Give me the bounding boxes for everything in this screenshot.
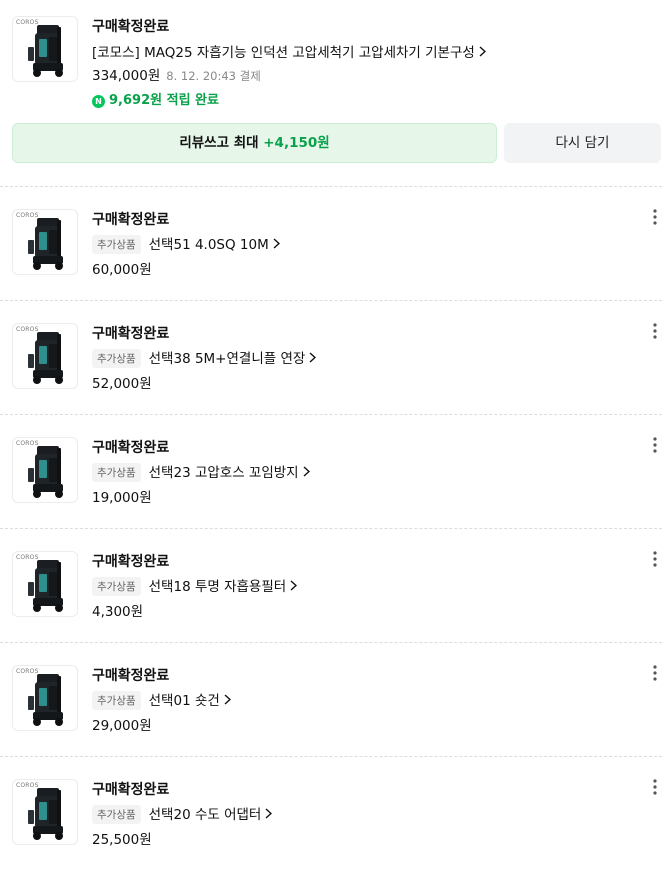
price-row: 334,000원 8. 12. 20:43 결제 — [92, 64, 261, 84]
divider — [0, 642, 662, 643]
product-price: 52,000원 — [92, 376, 152, 392]
more-options-icon[interactable] — [651, 779, 659, 797]
product-title: 선택38 5M+연결니플 연장 — [148, 351, 306, 367]
pressure-washer-image — [28, 332, 63, 384]
write-review-button[interactable]: 리뷰쓰고 최대 +4,150원 — [12, 123, 497, 163]
chevron-right-icon — [224, 693, 231, 709]
chevron-right-icon — [303, 465, 310, 481]
more-options-icon[interactable] — [651, 551, 659, 569]
product-price: 4,300원 — [92, 604, 144, 620]
pressure-washer-image — [28, 560, 63, 612]
add-on-tag: 추가상품 — [92, 235, 141, 254]
product-price: 25,500원 — [92, 832, 152, 848]
divider — [0, 414, 662, 415]
pressure-washer-image — [28, 446, 63, 498]
chevron-right-icon — [309, 351, 317, 367]
product-thumbnail[interactable]: COROS — [12, 779, 78, 845]
product-title-link[interactable]: 추가상품 선택51 4.0SQ 10M — [92, 233, 280, 254]
chevron-right-icon — [273, 237, 280, 253]
product-price: 60,000원 — [92, 262, 152, 278]
more-options-icon[interactable] — [651, 209, 659, 227]
add-on-tag: 추가상품 — [92, 577, 141, 596]
product-thumbnail[interactable]: COROS — [12, 16, 78, 82]
npay-point-icon: N — [92, 95, 105, 108]
add-on-tag: 추가상품 — [92, 691, 141, 710]
review-button-label: 리뷰쓰고 최대 — [179, 135, 264, 151]
product-thumbnail[interactable]: COROS — [12, 551, 78, 617]
add-on-tag: 추가상품 — [92, 463, 141, 482]
review-button-reward: +4,150원 — [263, 135, 330, 151]
product-thumbnail[interactable]: COROS — [12, 437, 78, 503]
more-options-icon[interactable] — [651, 665, 659, 683]
payment-date: 8. 12. 20:43 결제 — [166, 69, 261, 83]
divider — [0, 300, 662, 301]
product-thumbnail[interactable]: COROS — [12, 665, 78, 731]
product-title: 선택01 숏건 — [148, 693, 220, 709]
product-title: [코모스] MAQ25 자흡기능 인덕션 고압세척기 고압세차기 기본구성 — [92, 45, 475, 61]
add-to-cart-again-button[interactable]: 다시 담기 — [504, 123, 661, 163]
order-status: 구매확정완료 — [92, 440, 170, 456]
pressure-washer-image — [28, 674, 63, 726]
product-title: 선택18 투명 자흡용필터 — [148, 579, 287, 595]
product-thumbnail[interactable]: COROS — [12, 209, 78, 275]
order-status: 구매확정완료 — [92, 554, 170, 570]
product-title-link[interactable]: 추가상품 선택01 숏건 — [92, 689, 231, 710]
add-on-tag: 추가상품 — [92, 805, 141, 824]
more-options-icon[interactable] — [651, 323, 659, 341]
product-title-link[interactable]: 추가상품 선택38 5M+연결니플 연장 — [92, 347, 317, 368]
pressure-washer-image — [28, 218, 63, 270]
divider — [0, 756, 662, 757]
product-price: 29,000원 — [92, 718, 152, 734]
product-price: 334,000원 — [92, 68, 161, 84]
chevron-right-icon — [479, 45, 486, 61]
points-text: 9,692원 적립 완료 — [109, 93, 219, 108]
order-status: 구매확정완료 — [92, 19, 170, 35]
order-card-main: COROS 구매확정완료 [코모스] MAQ25 자흡기능 인덕션 고압세척기 … — [0, 0, 662, 180]
divider — [0, 528, 662, 529]
product-title: 선택23 고압호스 꼬임방지 — [148, 465, 299, 481]
product-title-link[interactable]: 추가상품 선택23 고압호스 꼬임방지 — [92, 461, 310, 482]
divider — [0, 186, 662, 187]
product-title: 선택20 수도 어댑터 — [148, 807, 262, 823]
product-title-link[interactable]: [코모스] MAQ25 자흡기능 인덕션 고압세척기 고압세차기 기본구성 — [92, 41, 486, 61]
order-status: 구매확정완료 — [92, 212, 170, 228]
product-title: 선택51 4.0SQ 10M — [148, 237, 269, 253]
product-price: 19,000원 — [92, 490, 152, 506]
chevron-right-icon — [265, 807, 273, 823]
order-status: 구매확정완료 — [92, 326, 170, 342]
product-title-link[interactable]: 추가상품 선택18 투명 자흡용필터 — [92, 575, 298, 596]
product-title-link[interactable]: 추가상품 선택20 수도 어댑터 — [92, 803, 273, 824]
chevron-right-icon — [290, 579, 298, 595]
pressure-washer-image — [28, 25, 63, 77]
product-thumbnail[interactable]: COROS — [12, 323, 78, 389]
order-status: 구매확정완료 — [92, 668, 170, 684]
pressure-washer-image — [28, 788, 63, 840]
add-on-tag: 추가상품 — [92, 349, 141, 368]
points-row: N 9,692원 적립 완료 — [92, 89, 219, 108]
more-options-icon[interactable] — [651, 437, 659, 455]
order-status: 구매확정완료 — [92, 782, 170, 798]
